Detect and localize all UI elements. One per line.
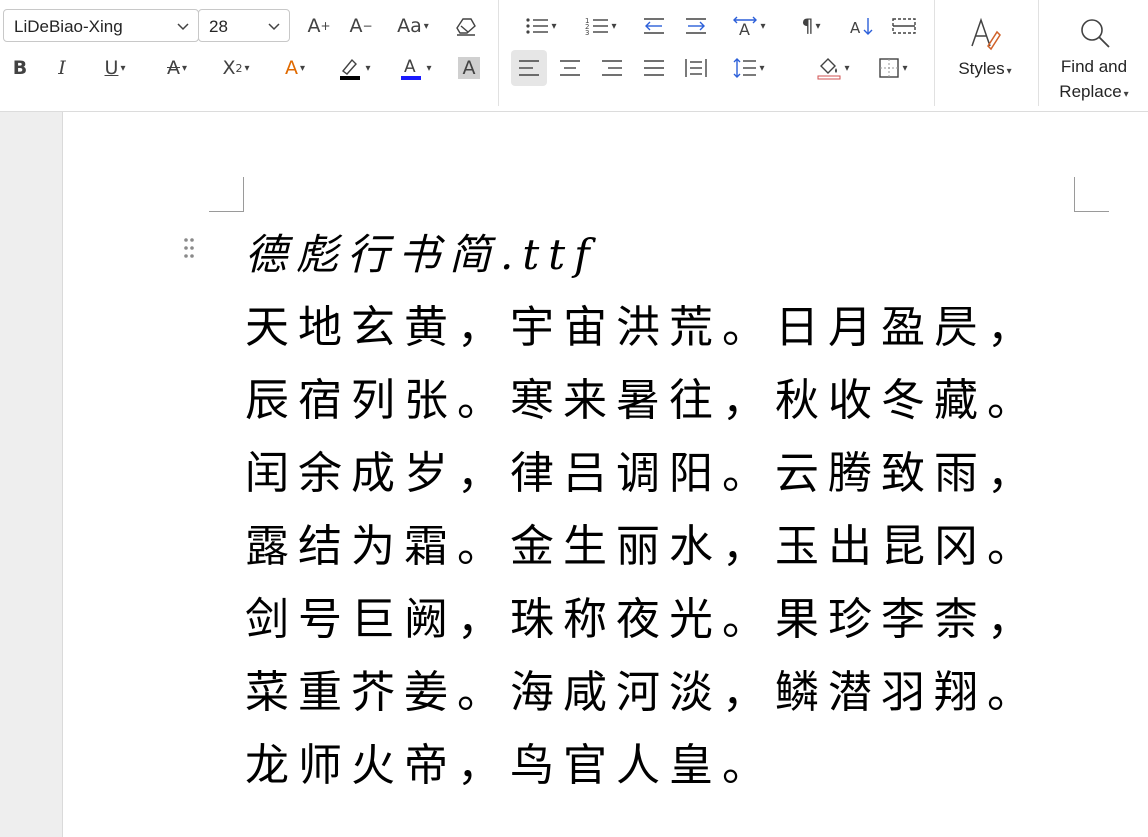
sort-icon[interactable]: A xyxy=(848,12,876,40)
chevron-down-icon xyxy=(177,23,189,31)
find-replace-label-2: Replace xyxy=(1059,82,1122,101)
bullets-icon[interactable]: ▾ xyxy=(518,12,564,40)
chevron-down-icon xyxy=(268,23,280,31)
svg-text:A: A xyxy=(404,57,416,77)
bold-icon[interactable]: B xyxy=(6,54,34,82)
crop-mark-top-left xyxy=(209,177,244,212)
drag-handle-icon[interactable] xyxy=(183,237,195,259)
text-line[interactable]: 露结为霜。金生丽水，玉出昆冈。 xyxy=(245,510,1040,583)
separator xyxy=(1038,0,1039,106)
align-center-icon[interactable] xyxy=(556,54,584,82)
styles-label: Styles xyxy=(958,59,1005,78)
separator xyxy=(934,0,935,106)
svg-text:A: A xyxy=(850,19,861,37)
borders-icon[interactable]: ▾ xyxy=(870,54,916,82)
superscript-icon[interactable]: X 2 ▾ xyxy=(214,54,258,82)
text-line[interactable]: 辰宿列张。寒来暑往，秋收冬藏。 xyxy=(245,364,1040,437)
text-effects-icon[interactable]: A ▾ xyxy=(273,54,317,82)
document-title-line[interactable]: 德彪行书简.ttf xyxy=(245,218,1040,291)
font-size-value: 28 xyxy=(209,17,228,36)
change-case-icon[interactable]: Aa ▾ xyxy=(390,12,436,40)
text-line[interactable]: 菜重芥姜。海咸河淡，鳞潜羽翔。 xyxy=(245,656,1040,729)
increase-font-size-icon[interactable]: A + xyxy=(305,12,333,40)
text-line[interactable]: 剑号巨阙，珠称夜光。果珍李柰， xyxy=(245,583,1040,656)
shading-icon[interactable]: ▾ xyxy=(810,54,856,82)
font-name-value: LiDeBiao-Xing xyxy=(14,17,123,36)
paragraph-mark-icon[interactable]: ¶ ▾ xyxy=(788,12,834,40)
text-line[interactable]: 闰余成岁，律吕调阳。云腾致雨， xyxy=(245,437,1040,510)
text-line[interactable]: 龙师火帝，鸟官人皇。 xyxy=(245,729,1040,802)
font-color-icon[interactable]: A ▾ xyxy=(391,54,439,82)
text-direction-icon[interactable]: A ▾ xyxy=(726,12,772,40)
document-body[interactable]: 德彪行书简.ttf 天地玄黄，宇宙洪荒。日月盈昃， 辰宿列张。寒来暑往，秋收冬藏… xyxy=(245,218,1040,802)
svg-text:3: 3 xyxy=(585,29,589,36)
decrease-font-size-icon[interactable]: A − xyxy=(347,12,375,40)
styles-icon xyxy=(971,17,1001,51)
italic-icon[interactable]: I xyxy=(48,54,76,82)
distributed-icon[interactable] xyxy=(682,54,710,82)
search-icon xyxy=(1081,19,1110,48)
highlight-icon[interactable]: ▾ xyxy=(330,54,378,82)
styles-button[interactable]: Styles ▾ xyxy=(944,10,1026,100)
numbering-icon[interactable]: 1 2 3 ▾ xyxy=(578,12,624,40)
strikethrough-icon[interactable]: A ▾ xyxy=(155,54,199,82)
separator xyxy=(498,0,499,106)
decrease-indent-icon[interactable] xyxy=(640,12,668,40)
underline-icon[interactable]: U ▾ xyxy=(93,54,137,82)
font-size-dropdown[interactable]: 28 xyxy=(198,9,290,42)
left-gutter xyxy=(0,112,63,837)
line-spacing-icon[interactable]: ▾ xyxy=(726,54,772,82)
align-left-icon[interactable] xyxy=(511,50,547,86)
justify-icon[interactable] xyxy=(640,54,668,82)
character-shading-icon[interactable]: A xyxy=(455,54,483,82)
crop-mark-top-right xyxy=(1074,177,1109,212)
clear-formatting-icon[interactable] xyxy=(452,12,480,40)
font-name-dropdown[interactable]: LiDeBiao-Xing xyxy=(3,9,199,42)
increase-indent-icon[interactable] xyxy=(682,12,710,40)
find-replace-label-1: Find and xyxy=(1060,57,1128,76)
svg-text:A: A xyxy=(739,20,750,37)
columns-icon[interactable] xyxy=(890,12,918,40)
find-replace-button[interactable]: Find and Replace ▾ xyxy=(1046,10,1142,104)
text-line[interactable]: 天地玄黄，宇宙洪荒。日月盈昃， xyxy=(245,291,1040,364)
ribbon-toolbar: LiDeBiao-Xing 28 A + A − Aa ▾ B I U ▾ A ▾ X 2 ▾… xyxy=(0,0,1148,112)
align-right-icon[interactable] xyxy=(598,54,626,82)
